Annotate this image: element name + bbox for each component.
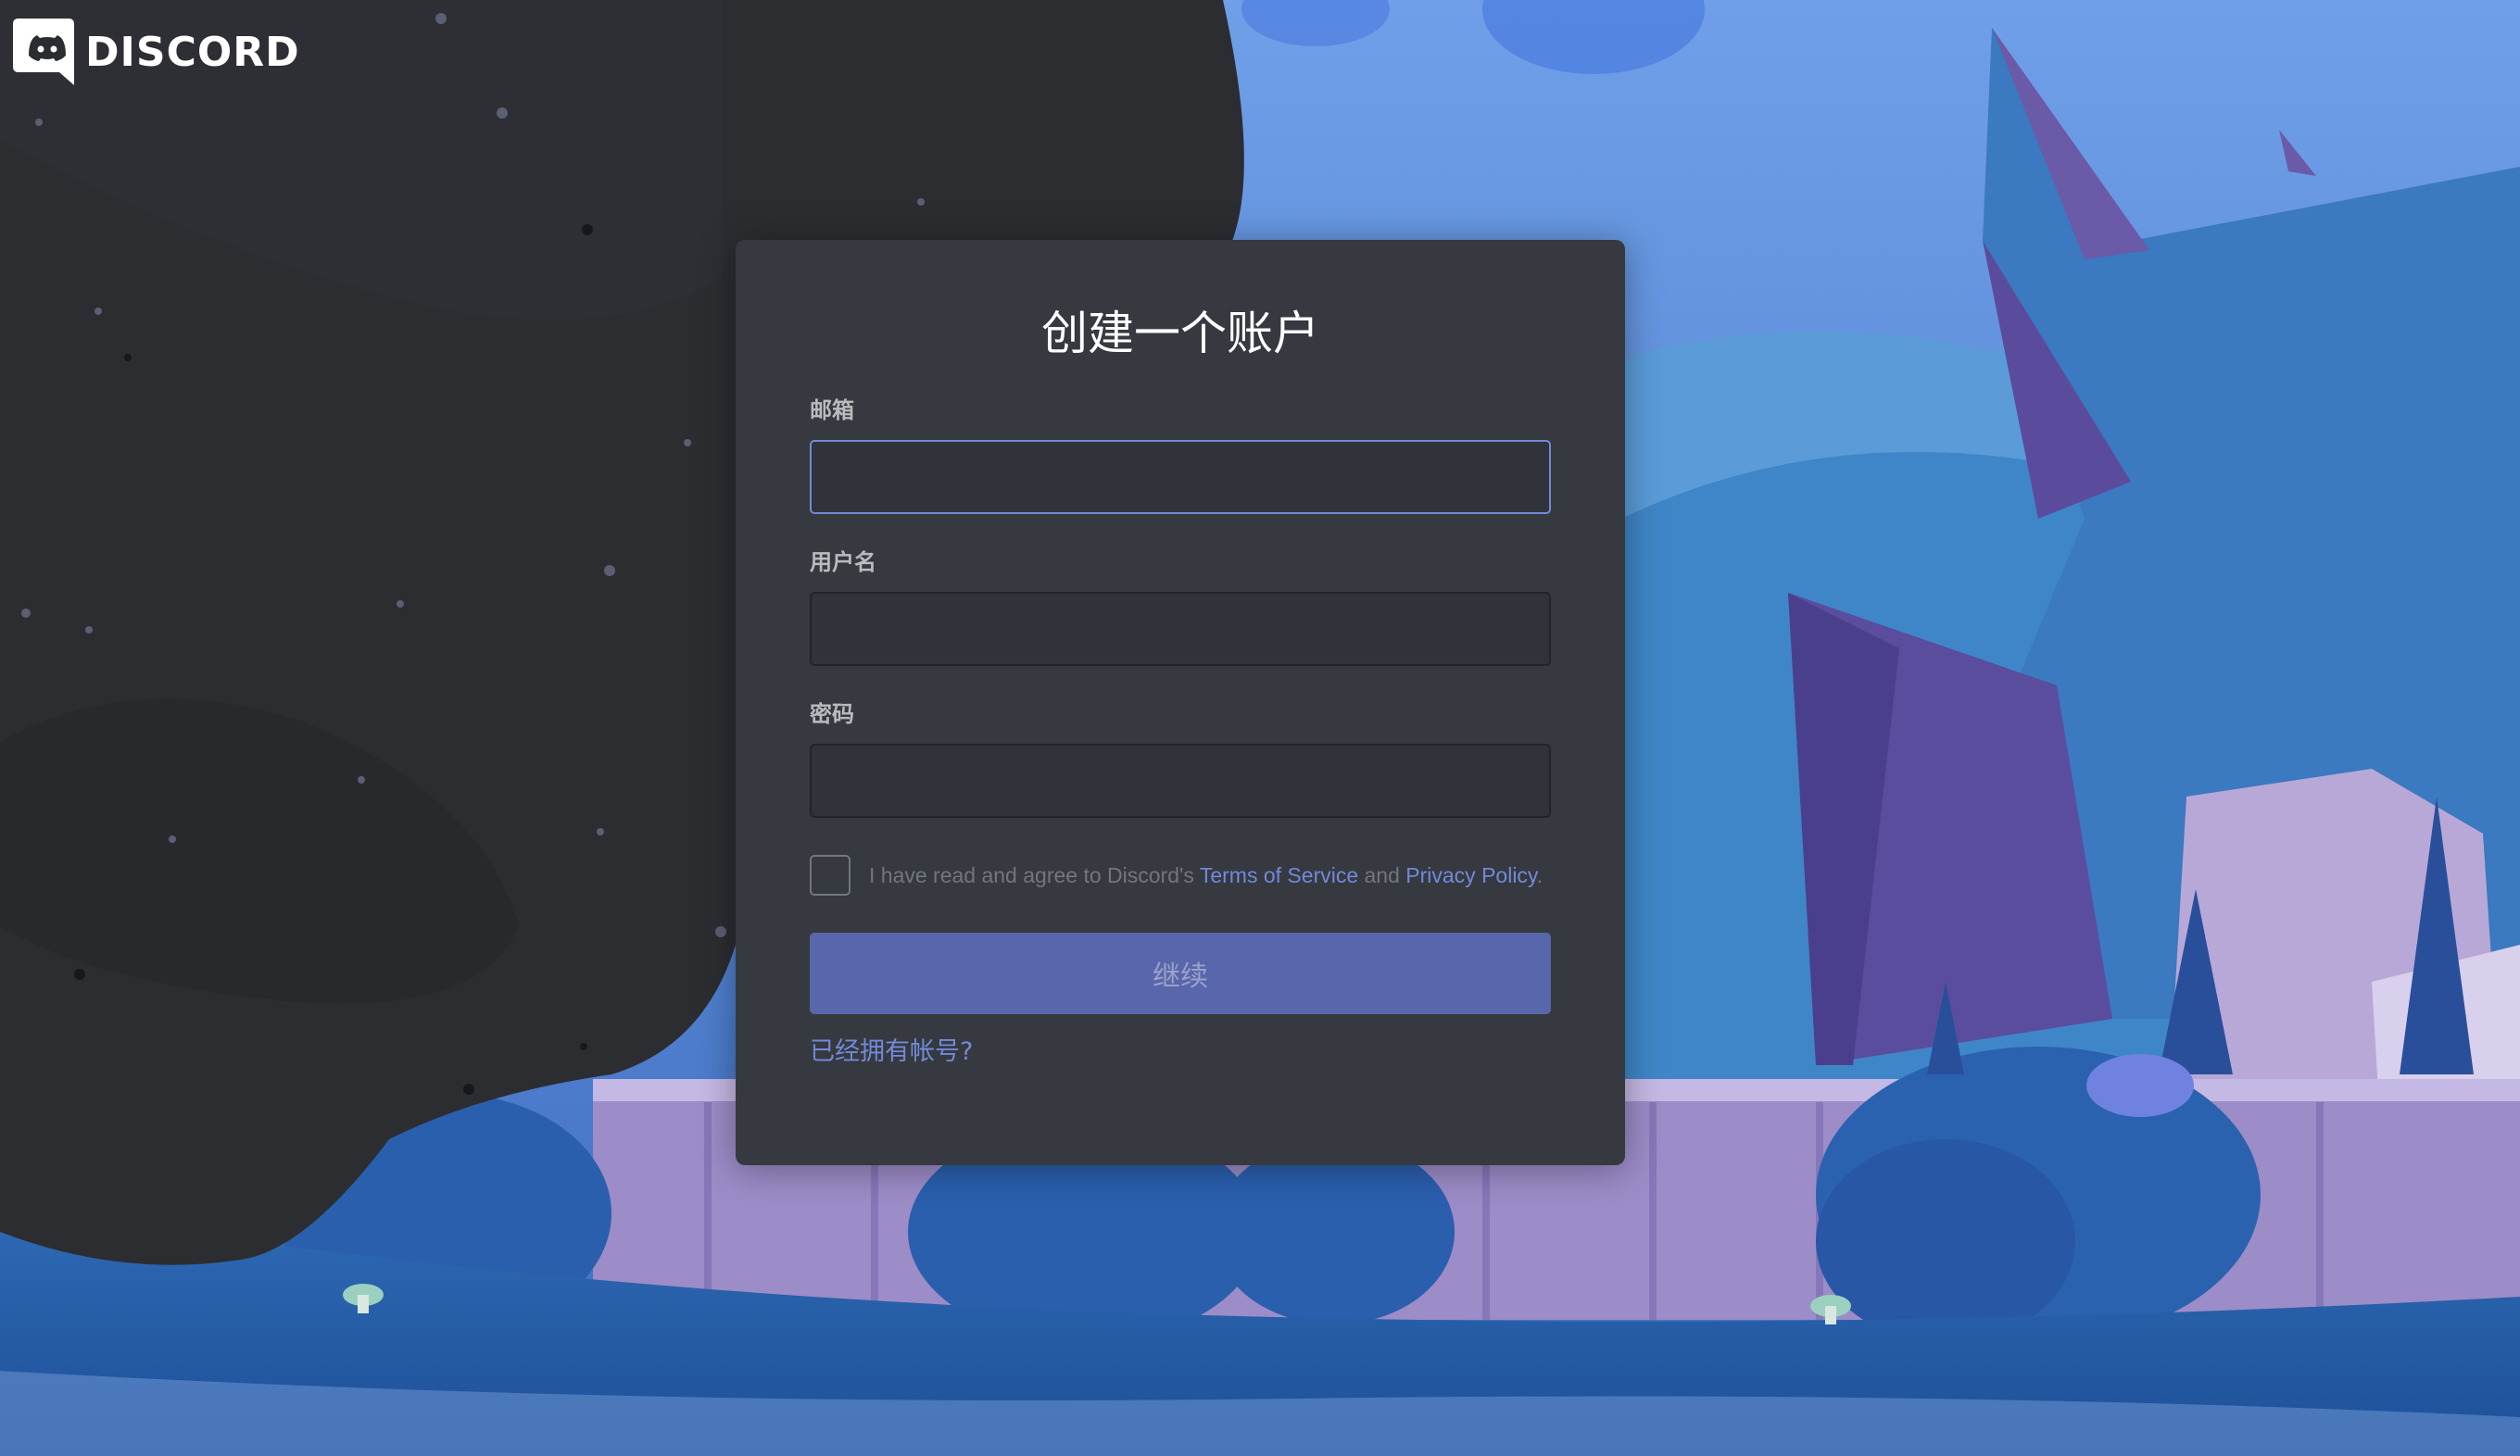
password-field-group: 密码 xyxy=(810,703,1551,818)
terms-checkbox[interactable] xyxy=(810,855,850,896)
terms-prefix: I have read and agree to Discord's xyxy=(869,862,1200,887)
password-input[interactable] xyxy=(810,744,1551,818)
password-label: 密码 xyxy=(810,701,854,727)
continue-button[interactable]: 继续 xyxy=(810,933,1551,1014)
email-field-group: 邮箱 xyxy=(810,399,1551,514)
register-modal: 创建一个账户 邮箱 用户名 密码 I have read and agree t… xyxy=(736,240,1625,1165)
username-label: 用户名 xyxy=(810,549,876,575)
register-page: DISCORD 创建一个账户 邮箱 用户名 密码 I have read and… xyxy=(0,0,2520,1456)
terms-and: and xyxy=(1358,862,1406,887)
discord-wordmark: DISCORD xyxy=(85,28,300,76)
login-link[interactable]: 已经拥有帐号? xyxy=(810,1031,973,1067)
discord-logo-icon xyxy=(13,19,74,85)
email-label: 邮箱 xyxy=(810,397,854,423)
username-field-group: 用户名 xyxy=(810,551,1551,666)
privacy-policy-link[interactable]: Privacy Policy xyxy=(1405,863,1536,887)
discord-logo[interactable]: DISCORD xyxy=(13,19,300,85)
terms-suffix: . xyxy=(1536,862,1544,887)
username-input[interactable] xyxy=(810,592,1551,666)
terms-row: I have read and agree to Discord's Terms… xyxy=(810,855,1551,896)
terms-text: I have read and agree to Discord's Terms… xyxy=(869,863,1543,888)
email-input[interactable] xyxy=(810,440,1551,514)
page-title: 创建一个账户 xyxy=(1041,307,1319,360)
terms-of-service-link[interactable]: Terms of Service xyxy=(1200,863,1358,887)
